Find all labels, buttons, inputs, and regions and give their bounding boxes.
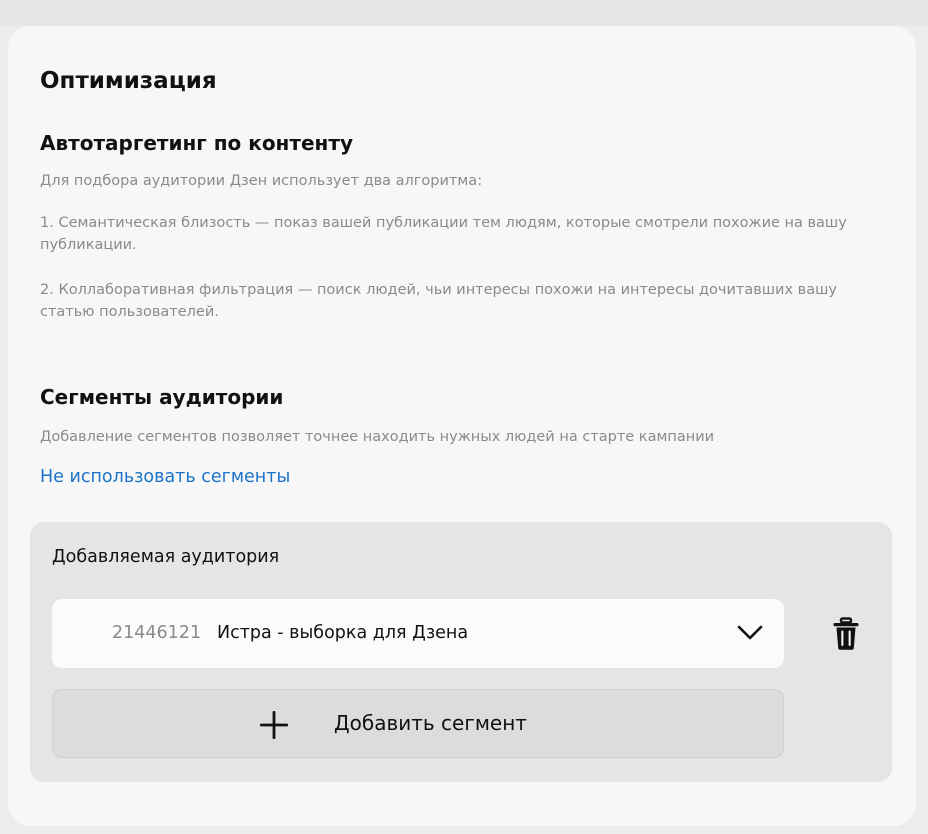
autotargeting-heading: Автотаргетинг по контенту: [40, 131, 353, 155]
add-segment-button[interactable]: Добавить сегмент: [52, 689, 784, 758]
segments-description: Добавление сегментов позволяет точнее на…: [40, 429, 715, 445]
page-title: Оптимизация: [40, 68, 217, 94]
segments-heading: Сегменты аудитории: [40, 385, 284, 409]
disable-segments-link[interactable]: Не использовать сегменты: [40, 467, 290, 487]
chevron-down-icon: [737, 625, 763, 640]
autotargeting-item-collaborative: 2. Коллаборативная фильтрация — поиск лю…: [40, 282, 837, 320]
autotargeting-item-semantic: 1. Семантическая близость — показ вашей …: [40, 215, 847, 253]
autotargeting-intro: Для подбора аудитории Дзен использует дв…: [40, 173, 483, 189]
audience-title: Добавляемая аудитория: [52, 547, 280, 567]
plus-icon: [260, 711, 288, 739]
segment-select[interactable]: 21446121 Истра - выборка для Дзена: [52, 599, 784, 668]
top-strip: [0, 0, 928, 26]
trash-icon[interactable]: [832, 617, 860, 651]
segment-name: Истра - выборка для Дзена: [217, 623, 469, 643]
segment-id: 21446121: [112, 623, 202, 643]
add-segment-label: Добавить сегмент: [334, 711, 527, 735]
